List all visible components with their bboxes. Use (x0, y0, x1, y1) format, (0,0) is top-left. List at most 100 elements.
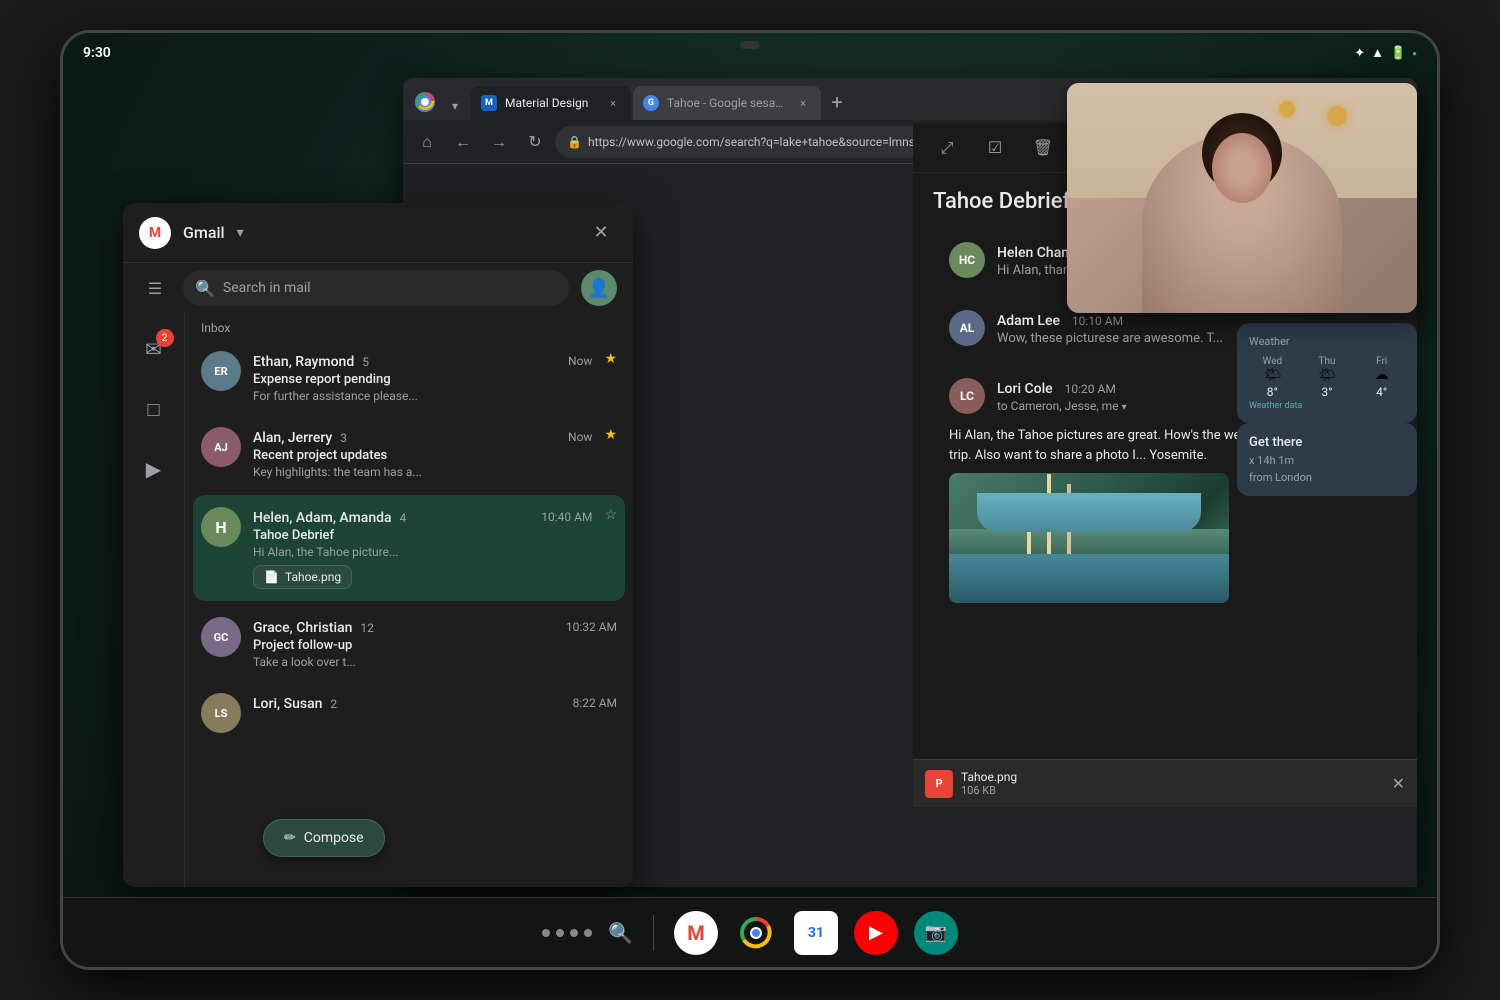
count-1: 5 (362, 355, 369, 369)
thread-sender-1: Helen Chang (997, 245, 1077, 261)
gmail-app-name: Gmail (183, 223, 225, 242)
temp-fri: 4° (1358, 385, 1405, 399)
battery-dot: ● (1412, 49, 1417, 58)
lock-icon: 🔒 (567, 135, 582, 149)
email-avatar-5: LS (201, 693, 241, 733)
sender-1: Ethan, Raymond (253, 354, 354, 370)
thread-avatar-3: LC (949, 378, 985, 414)
weather-day-thu: Thu 🌤 3° (1304, 356, 1351, 399)
email-content-1: Ethan, Raymond 5 Now Expense report pend… (253, 351, 592, 403)
sender-3: Helen, Adam, Amanda (253, 510, 392, 526)
gmail-email-list: Inbox ER Ethan, Raymond 5 Now (185, 313, 633, 887)
email-item-1[interactable]: ER Ethan, Raymond 5 Now Expense report p… (185, 339, 633, 415)
download-file-icon: P (925, 770, 953, 798)
subject-2: Recent project updates (253, 448, 592, 463)
home-button[interactable]: ⌂ (411, 126, 443, 158)
gmail-toolbar: ☰ 🔍 Search in mail 👤 (123, 263, 633, 313)
taskbar-search-button[interactable]: 🔍 (608, 921, 633, 945)
email-image-tahoe (949, 473, 1229, 603)
sidebar-spaces-icon[interactable]: ▶ (134, 449, 174, 489)
taskbar-chrome[interactable] (734, 911, 778, 955)
dot-3 (570, 929, 578, 937)
tab-close-2[interactable]: × (795, 95, 811, 111)
thread-time-3: 10:20 AM (1065, 382, 1116, 396)
email-content-3: Helen, Adam, Amanda 4 10:40 AM Tahoe Deb… (253, 507, 592, 589)
status-icons: ✦ ▲ 🔋 ● (1354, 45, 1417, 61)
gmail-close-button[interactable]: ✕ (585, 217, 617, 249)
taskbar-calendar[interactable]: 31 (794, 911, 838, 955)
compose-button[interactable]: ✏ Compose (263, 819, 385, 857)
user-avatar[interactable]: 👤 (581, 270, 617, 306)
attachment-badge[interactable]: 📄 Tahoe.png (253, 565, 352, 589)
forward-button[interactable]: → (483, 126, 515, 158)
inbox-label: Inbox (185, 313, 633, 339)
subject-3: Tahoe Debrief (253, 528, 592, 543)
get-there-label: Get there (1249, 435, 1405, 450)
new-tab-button[interactable]: + (823, 88, 851, 116)
gmail-header: M Gmail ▾ ✕ (123, 203, 633, 263)
gmail-logo: M (139, 217, 171, 249)
sidebar-compose-icon[interactable]: ✉ 2 (134, 329, 174, 369)
star-2[interactable]: ★ (604, 427, 617, 443)
thread-time-2: 10:10 AM (1072, 314, 1123, 328)
day-name-fri: Fri (1358, 356, 1405, 367)
email-item-2[interactable]: AJ Alan, Jerrery 3 Now Recent project up… (185, 415, 633, 491)
gmail-chevron-icon[interactable]: ▾ (237, 225, 244, 241)
archive-button[interactable]: ☑ (977, 130, 1013, 166)
expand-button[interactable]: ⤢ (929, 130, 965, 166)
star-3[interactable]: ☆ (604, 507, 617, 523)
thread-avatar-2: AL (949, 310, 985, 346)
time-2: Now (568, 430, 592, 444)
preview-4: Take a look over t... (253, 655, 617, 669)
wifi-icon: ▲ (1371, 45, 1384, 61)
get-there-widget: Get there x 14h 1m from London (1237, 423, 1417, 496)
taskbar-meet[interactable]: 📷 (914, 911, 958, 955)
reload-button[interactable]: ↻ (519, 126, 551, 158)
star-1[interactable]: ★ (604, 351, 617, 367)
back-button[interactable]: ← (447, 126, 479, 158)
email-item-5[interactable]: LS Lori, Susan 2 8:22 AM (185, 681, 633, 745)
email-item-3[interactable]: H Helen, Adam, Amanda 4 10:40 AM Tahoe D… (193, 495, 625, 601)
attachment-icon: 📄 (264, 570, 279, 584)
email-content-5: Lori, Susan 2 8:22 AM (253, 693, 617, 712)
dot-4 (584, 929, 592, 937)
thread-avatar-1: HC (949, 242, 985, 278)
email-content-2: Alan, Jerrery 3 Now Recent project updat… (253, 427, 592, 479)
download-close-button[interactable]: ✕ (1392, 774, 1405, 793)
email-avatar-3: H (201, 507, 241, 547)
thread-sender-2: Adam Lee (997, 313, 1060, 329)
battery-icon: 🔋 (1390, 46, 1406, 61)
weather-data-label: Weather data (1249, 401, 1405, 411)
taskbar-gmail[interactable]: M (674, 911, 718, 955)
taskbar-app-drawer[interactable] (542, 929, 592, 937)
day-name-wed: Wed (1249, 356, 1296, 367)
gmail-search-bar[interactable]: 🔍 Search in mail (183, 270, 569, 306)
sender-4: Grace, Christian (253, 620, 352, 636)
tab-material-design[interactable]: M Material Design × (471, 86, 631, 120)
subject-1: Expense report pending (253, 372, 592, 387)
video-call-overlay (1067, 83, 1417, 313)
download-filename: Tahoe.png (961, 770, 1384, 784)
email-item-4[interactable]: GC Grace, Christian 12 10:32 AM Project … (185, 605, 633, 681)
weather-day-fri: Fri ☁ 4° (1358, 356, 1405, 399)
tablet-screen: 9:30 ✦ ▲ 🔋 ● (63, 33, 1437, 967)
email-subject-heading: Tahoe Debrief (933, 189, 1070, 214)
sidebar-chat-icon[interactable]: □ (134, 389, 174, 429)
hamburger-menu-button[interactable]: ☰ (139, 272, 171, 304)
thread-recipients: to Cameron, Jesse, me ▾ (997, 399, 1229, 413)
taskbar-divider (653, 915, 654, 951)
weather-widget: Weather Wed 🌤 8° Thu 🌤 3° Fri ☁ 4° (1237, 323, 1417, 423)
tablet-frame: 9:30 ✦ ▲ 🔋 ● (60, 30, 1440, 970)
time-3: 10:40 AM (541, 510, 592, 524)
tab-close-1[interactable]: × (605, 95, 621, 111)
weather-icon-wed: 🌤 (1249, 367, 1296, 383)
delete-button[interactable]: 🗑 (1025, 130, 1061, 166)
email-avatar-2: AJ (201, 427, 241, 467)
video-lamp-2 (1279, 101, 1295, 117)
chrome-logo[interactable] (411, 88, 439, 116)
taskbar-youtube[interactable]: ▶ (854, 911, 898, 955)
search-placeholder: Search in mail (223, 280, 311, 296)
tab-tahoe-search[interactable]: G Tahoe - Google sesarch × (633, 86, 821, 120)
tab-dropdown-icon[interactable]: ▾ (445, 96, 465, 116)
weather-day-wed: Wed 🌤 8° (1249, 356, 1296, 399)
